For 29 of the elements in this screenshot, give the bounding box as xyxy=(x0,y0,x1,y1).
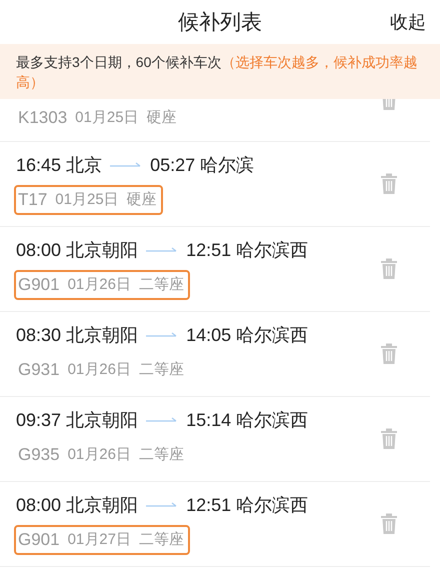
arrival: 14:05 哈尔滨西 xyxy=(186,324,308,347)
trash-icon[interactable] xyxy=(380,343,398,365)
collapse-button[interactable]: 收起 xyxy=(390,10,426,34)
arrow-icon xyxy=(146,416,178,424)
trash-icon[interactable] xyxy=(380,513,398,535)
trash-icon[interactable] xyxy=(380,428,398,450)
arrow-icon xyxy=(110,161,142,169)
train-detail: K1303 01月25日 硬座 xyxy=(17,107,178,129)
train-detail: G931 01月26日 二等座 xyxy=(17,359,185,381)
trash-icon[interactable] xyxy=(380,173,398,195)
departure: 09:37 北京朝阳 xyxy=(16,409,138,432)
departure: 08:30 北京朝阳 xyxy=(16,324,138,347)
notice-text: 最多支持3个日期，60个候补车次（选择车次越多，候补成功率越高） xyxy=(16,53,418,92)
train-detail: G901 01月27日 二等座 xyxy=(14,525,190,555)
arrow-icon xyxy=(146,501,178,509)
arrow-icon xyxy=(146,331,178,339)
departure: 08:00 北京朝阳 xyxy=(16,494,138,517)
train-detail: G935 01月26日 二等座 xyxy=(17,444,185,466)
departure: 08:00 北京朝阳 xyxy=(16,239,138,262)
train-detail: T17 01月25日 硬座 xyxy=(14,185,163,215)
arrow-icon xyxy=(146,246,178,254)
page-title: 候补列表 xyxy=(178,10,262,36)
departure: 16:45 北京 xyxy=(16,154,102,177)
arrival: 12:51 哈尔滨西 xyxy=(186,239,308,262)
trash-icon[interactable] xyxy=(380,258,398,280)
train-detail: G901 01月26日 二等座 xyxy=(14,270,190,300)
arrival: 12:51 哈尔滨西 xyxy=(186,494,308,517)
arrival: 15:14 哈尔滨西 xyxy=(186,409,308,432)
arrival: 05:27 哈尔滨 xyxy=(150,154,254,177)
